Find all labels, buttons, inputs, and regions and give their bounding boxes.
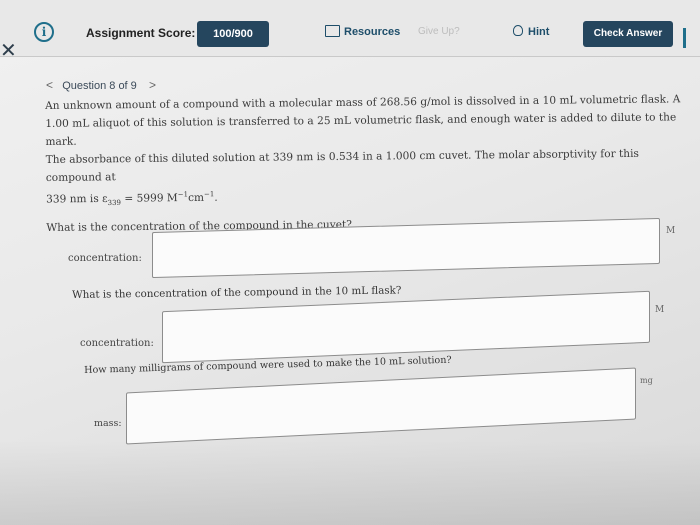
concentration-label-2: concentration: bbox=[80, 338, 154, 349]
period: . bbox=[214, 191, 218, 204]
mass-input[interactable] bbox=[126, 367, 636, 445]
check-answer-button[interactable]: Check Answer bbox=[583, 21, 673, 47]
question-line: 339 nm is ε339 = 5999 M−1cm−1. bbox=[46, 180, 682, 212]
mass-label: mass: bbox=[94, 418, 122, 429]
bottom-shadow bbox=[0, 440, 700, 525]
lightbulb-icon bbox=[513, 25, 523, 36]
concentration-flask-input[interactable] bbox=[162, 290, 650, 364]
next-question-button[interactable]: > bbox=[149, 78, 156, 92]
header-bar: i Assignment Score: 100/900 Resources Gi… bbox=[0, 0, 700, 57]
close-icon[interactable]: ✕ bbox=[0, 38, 17, 62]
resources-label: Resources bbox=[344, 26, 401, 38]
unit-molar-1: M bbox=[666, 226, 676, 236]
unit-exponent: −1 bbox=[177, 190, 189, 199]
folder-icon bbox=[325, 25, 340, 37]
edge-accent bbox=[683, 28, 686, 48]
question-counter: Question 8 of 9 bbox=[62, 80, 137, 92]
unit-exponent: −1 bbox=[203, 190, 215, 199]
hint-label: Hint bbox=[528, 26, 550, 38]
info-icon[interactable]: i bbox=[34, 22, 54, 42]
question-prompt-2: What is the concentration of the compoun… bbox=[72, 284, 402, 301]
unit-cm: cm bbox=[188, 191, 205, 205]
screen: i Assignment Score: 100/900 Resources Gi… bbox=[0, 0, 700, 525]
question-text: An unknown amount of a compound with a m… bbox=[45, 90, 682, 236]
resources-button[interactable]: Resources bbox=[325, 25, 400, 38]
hint-button[interactable]: Hint bbox=[513, 25, 549, 38]
unit-milligram: mg bbox=[640, 376, 653, 385]
give-up-button[interactable]: Give Up? bbox=[418, 26, 460, 37]
assignment-score-label: Assignment Score: bbox=[86, 26, 196, 40]
question-navigation: < Question 8 of 9 > bbox=[46, 78, 156, 92]
absorptivity-value: = 5999 M bbox=[120, 192, 178, 205]
concentration-label-1: concentration: bbox=[68, 253, 142, 264]
epsilon-subscript: 339 bbox=[107, 198, 122, 207]
unit-molar-2: M bbox=[655, 305, 665, 315]
previous-question-button[interactable]: < bbox=[46, 78, 53, 92]
score-badge: 100/900 bbox=[197, 21, 269, 47]
epsilon-text: 339 nm is ε bbox=[46, 192, 108, 206]
